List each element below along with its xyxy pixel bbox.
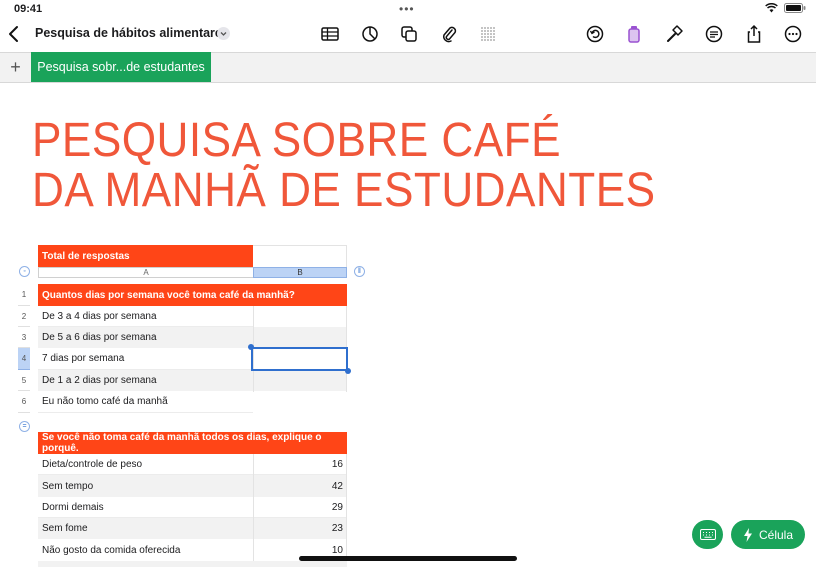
table-row-value[interactable]: 16 (253, 454, 347, 475)
table-caption[interactable]: Total de respostas (38, 245, 253, 267)
row-header-selected[interactable]: 4 (18, 348, 30, 370)
undo-icon[interactable] (585, 24, 605, 44)
row-header[interactable]: 6 (18, 391, 30, 413)
paperclip-icon[interactable] (439, 24, 459, 44)
battery-icon (784, 3, 806, 13)
chevron-left-icon (9, 26, 18, 42)
table-row-partial (38, 561, 347, 567)
column-header-b[interactable]: B (253, 267, 347, 278)
column-header-a[interactable]: A (38, 267, 254, 278)
row-header[interactable]: 5 (18, 370, 30, 391)
column-resize-handle[interactable]: ǁ (354, 266, 365, 277)
table-row-value[interactable]: 29 (253, 497, 347, 518)
grid-dots-icon[interactable] (478, 24, 498, 44)
chart-icon[interactable] (360, 24, 380, 44)
table-cell-empty[interactable] (253, 327, 347, 348)
selection-handle-start[interactable] (248, 344, 254, 350)
more-icon[interactable] (783, 24, 803, 44)
wifi-icon (765, 3, 778, 13)
selection-handle-end[interactable] (345, 368, 351, 374)
keyboard-button[interactable] (692, 520, 723, 549)
table2-header[interactable]: Se você não toma café da manhã todos os … (38, 432, 347, 454)
table-row-value[interactable]: 23 (253, 518, 347, 539)
cell-format-button[interactable]: Célula (731, 520, 805, 549)
keyboard-icon (699, 529, 716, 540)
share-icon[interactable] (744, 24, 764, 44)
hammer-icon[interactable] (664, 24, 684, 44)
table-row[interactable]: De 1 a 2 dias por semana (38, 370, 253, 391)
back-button[interactable] (6, 24, 22, 44)
table-cell-empty[interactable] (253, 370, 347, 391)
comments-icon[interactable] (704, 24, 724, 44)
selected-cell-b4[interactable] (251, 347, 348, 371)
status-time: 09:41 (14, 3, 43, 15)
table1-header[interactable]: Quantos dias por semana você toma café d… (38, 284, 347, 306)
row-header[interactable]: 3 (18, 327, 30, 348)
plus-icon: + (10, 56, 21, 77)
table-row-label[interactable]: Dieta/controle de peso (38, 454, 253, 475)
table-row[interactable]: Eu não tomo café da manhã (38, 391, 253, 413)
table-row-label[interactable]: Sem fome (38, 518, 253, 539)
table-icon[interactable] (320, 24, 340, 44)
page-title[interactable]: PESQUISA SOBRE CAFÉ DA MANHÃ DE ESTUDANT… (32, 116, 656, 216)
row-header[interactable]: 1 (18, 284, 30, 306)
home-indicator[interactable] (299, 556, 517, 561)
table-row-label[interactable]: Sem tempo (38, 475, 253, 497)
page-title-line2: DA MANHÃ DE ESTUDANTES (32, 164, 656, 217)
tab-sheet-active[interactable]: Pesquisa sobr...de estudantes (31, 52, 211, 82)
shapes-icon[interactable] (399, 24, 419, 44)
multitask-dots-icon[interactable]: ••• (399, 2, 415, 16)
chevron-down-icon[interactable] (217, 27, 230, 40)
status-icons (765, 3, 806, 13)
format-brush-icon[interactable] (624, 24, 644, 44)
document-title[interactable]: Pesquisa de hábitos alimentares (35, 26, 229, 40)
table-row[interactable]: 7 dias por semana (38, 348, 253, 370)
cell-button-label: Célula (758, 527, 794, 542)
table-select-handle[interactable]: ◦ (19, 266, 30, 277)
table-row-label[interactable]: Não gosto da comida oferecida (38, 539, 253, 561)
page-title-line1: PESQUISA SOBRE CAFÉ (32, 114, 561, 167)
table-row-value[interactable]: 42 (253, 475, 347, 497)
add-sheet-button[interactable]: + (0, 52, 31, 82)
table-row[interactable]: De 3 a 4 dias por semana (38, 306, 253, 327)
row-header[interactable]: 2 (18, 306, 30, 327)
table-row-label[interactable]: Dormi demais (38, 497, 253, 518)
row-add-handle[interactable]: = (19, 421, 30, 432)
table-row[interactable]: De 5 a 6 dias por semana (38, 327, 253, 348)
lightning-icon (743, 527, 752, 542)
